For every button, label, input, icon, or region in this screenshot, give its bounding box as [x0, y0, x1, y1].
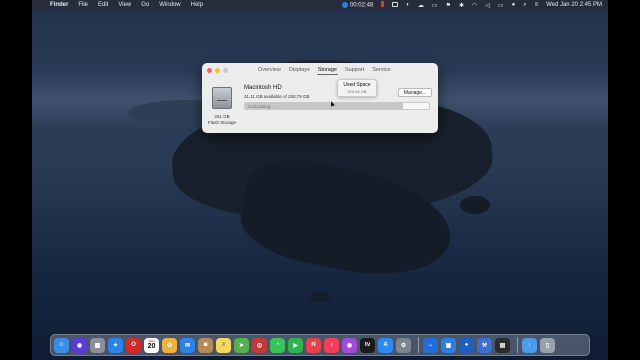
tab-storage[interactable]: Storage	[316, 66, 338, 75]
hard-drive-icon	[212, 87, 232, 109]
tooltip-value: 219.64 GB	[347, 89, 367, 94]
manage-button[interactable]: Manage...	[398, 88, 432, 97]
teamviewer-icon[interactable]: ↔	[423, 337, 438, 353]
finder-icon[interactable]: ☺	[54, 337, 69, 353]
tab-overview[interactable]: Overview	[257, 66, 282, 75]
volume-name: Macintosh HD	[244, 85, 282, 91]
menu-app-name[interactable]: Finder	[50, 2, 68, 8]
stop-recording-icon[interactable]	[381, 1, 385, 9]
screen-recorder-icon[interactable]: ●	[459, 337, 474, 353]
app-store-icon[interactable]: A	[378, 337, 393, 353]
calendar-day: 20	[147, 343, 156, 350]
keyboard-icon[interactable]: ▭	[432, 2, 438, 9]
recording-indicator[interactable]: 00:02:48	[341, 1, 374, 9]
disk-size-label: 251 GB	[214, 114, 230, 119]
tab-support[interactable]: Support	[344, 66, 365, 75]
recording-timer: 00:02:48	[349, 2, 374, 9]
siri-icon[interactable]: ◉	[72, 337, 87, 353]
music-icon[interactable]: ♪	[324, 337, 339, 353]
flag-icon[interactable]: ⚑	[446, 2, 451, 9]
screen-sharing-icon[interactable]: ▣	[441, 337, 456, 353]
menu-view[interactable]: View	[118, 2, 131, 8]
user-icon[interactable]: ●	[512, 2, 516, 8]
news-icon[interactable]: N	[306, 337, 321, 353]
wallpaper-rock	[460, 196, 490, 214]
maps-icon[interactable]: ➤	[234, 337, 249, 353]
xcode-icon[interactable]: ⚒	[477, 337, 492, 353]
minimize-button[interactable]	[215, 67, 220, 73]
safari-icon[interactable]: ✦	[108, 337, 123, 353]
dock-separator	[517, 337, 518, 353]
tv-icon[interactable]: tv	[360, 337, 375, 353]
photo-booth-icon[interactable]: ◎	[252, 337, 267, 353]
wifi-icon[interactable]: ◠	[472, 2, 477, 9]
messages-icon[interactable]: ◔	[270, 337, 285, 353]
opera-icon[interactable]: O	[126, 337, 141, 353]
screen-icon[interactable]	[392, 1, 399, 9]
tab-service[interactable]: Service	[371, 66, 391, 75]
battery-icon[interactable]: ▭	[498, 2, 504, 9]
bluetooth-icon[interactable]: ✱	[459, 2, 464, 9]
status-icon[interactable]: ◐	[406, 2, 410, 8]
dock: ☺ ◉ ▦ ✦ O JAN 20 ✿ ✉ ◙ ≡ ➤ ◎ ◔ ▶ N ♪ ◉ tv A ⚙ ↔ ▣ ● ⚒ ▤ ↓ ▯	[50, 334, 590, 356]
about-this-mac-window: Overview Displays Storage Support Servic…	[202, 63, 438, 133]
tooltip-title: Used Space	[343, 82, 371, 88]
menu-edit[interactable]: Edit	[98, 2, 108, 8]
menu-clock[interactable]: Wed Jan 20 2:45 PM	[546, 2, 602, 8]
desktop: Finder File Edit View Go Window Help 00:…	[32, 0, 608, 360]
mail-icon[interactable]: ✉	[180, 337, 195, 353]
cloud-icon[interactable]: ☁	[418, 2, 424, 9]
volume-icon[interactable]: ◁	[485, 2, 490, 9]
record-icon	[341, 1, 348, 8]
wallpaper-rock-small	[310, 292, 330, 302]
downloads-folder-icon[interactable]: ↓	[522, 337, 537, 353]
tab-bar: Overview Displays Storage Support Servic…	[257, 66, 398, 75]
podcasts-icon[interactable]: ◉	[342, 337, 357, 353]
control-icon[interactable]: ≡	[535, 2, 539, 8]
disk-type-label: Flash Storage	[207, 120, 236, 125]
menu-go[interactable]: Go	[141, 2, 149, 8]
menu-file[interactable]: File	[78, 2, 88, 8]
tab-displays[interactable]: Displays	[288, 66, 311, 75]
calendar-icon[interactable]: JAN 20	[144, 337, 159, 353]
contacts-icon[interactable]: ◙	[198, 337, 213, 353]
zoom-button[interactable]	[223, 67, 228, 73]
screenshot-icon[interactable]: ▤	[495, 337, 510, 353]
title-bar: Overview Displays Storage Support Servic…	[202, 63, 438, 77]
used-space-tooltip: Used Space 219.64 GB	[337, 79, 377, 97]
menu-help[interactable]: Help	[191, 2, 203, 8]
storage-bar-label: Calculating...	[248, 104, 275, 109]
spotlight-icon[interactable]: ⌕	[523, 2, 526, 9]
photos-icon[interactable]: ✿	[162, 337, 177, 353]
storage-usage-bar[interactable]: Calculating...	[244, 102, 430, 110]
dock-separator	[418, 337, 419, 353]
menu-window[interactable]: Window	[159, 2, 180, 8]
close-button[interactable]	[207, 67, 212, 73]
volume-available: 31.11 GB available of 250.79 GB	[244, 94, 310, 99]
menu-bar: Finder File Edit View Go Window Help 00:…	[32, 0, 608, 10]
trash-icon[interactable]: ▯	[540, 337, 555, 353]
notes-icon[interactable]: ≡	[216, 337, 231, 353]
facetime-icon[interactable]: ▶	[288, 337, 303, 353]
system-preferences-icon[interactable]: ⚙	[396, 337, 411, 353]
launchpad-icon[interactable]: ▦	[90, 337, 105, 353]
